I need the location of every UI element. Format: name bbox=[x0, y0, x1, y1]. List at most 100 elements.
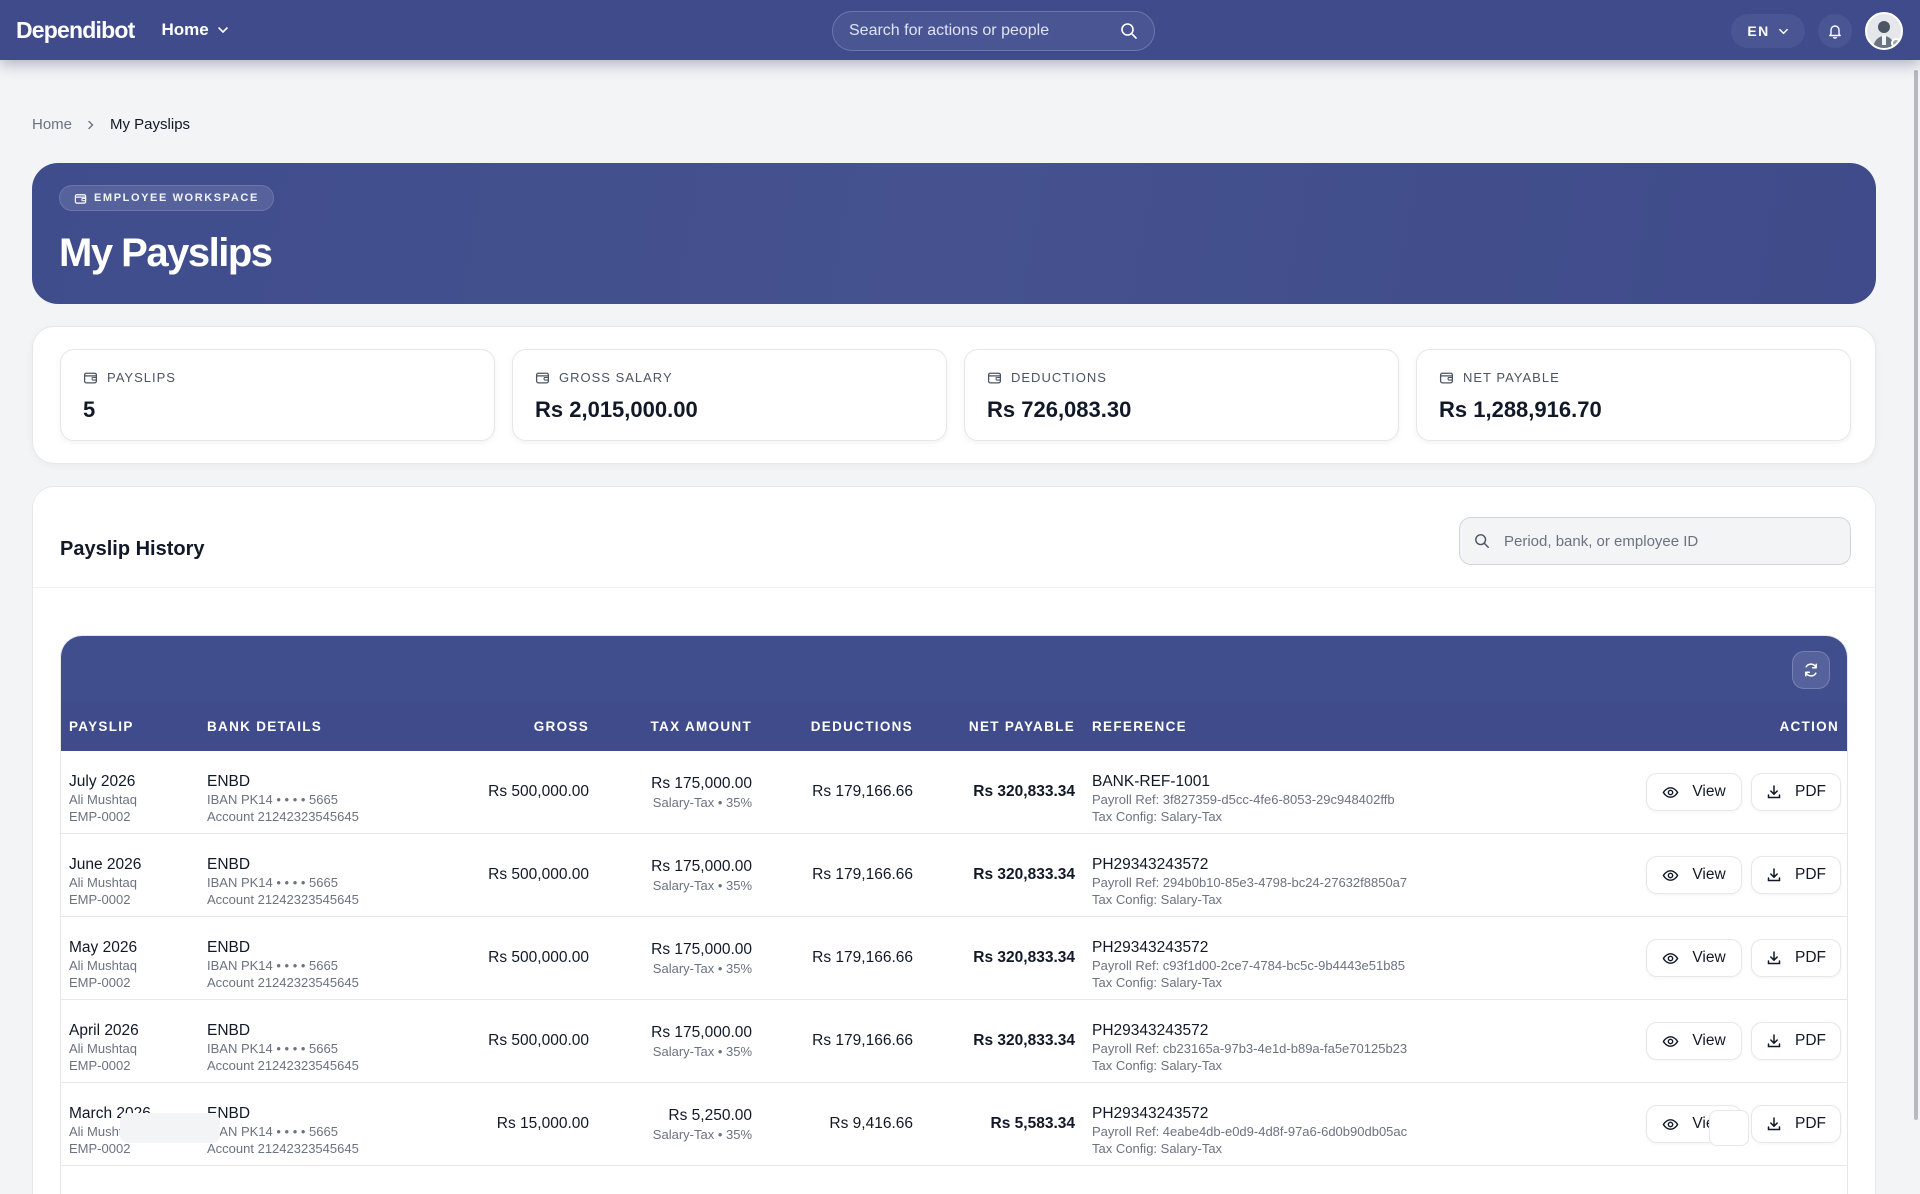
gross-amount: Rs 500,000.00 bbox=[488, 949, 589, 966]
bank-name: ENBD bbox=[207, 856, 251, 873]
wallet-icon bbox=[83, 370, 98, 385]
tax-note: Salary-Tax • 35% bbox=[652, 961, 752, 976]
history-search bbox=[1459, 517, 1851, 565]
pdf-download-button[interactable]: PDF bbox=[1751, 1105, 1841, 1143]
tax-config: Tax Config: Salary-Tax bbox=[1092, 975, 1223, 990]
download-icon bbox=[1766, 867, 1782, 883]
column-header-net[interactable]: NET PAYABLE bbox=[969, 719, 1075, 734]
bank-account: Account 21242323545645 bbox=[207, 975, 359, 990]
payslip-period[interactable]: April 2026 bbox=[69, 1022, 139, 1040]
eye-icon bbox=[1662, 1033, 1679, 1050]
download-icon bbox=[1766, 1033, 1782, 1049]
view-button[interactable]: View bbox=[1646, 856, 1742, 894]
page-scrollbar[interactable] bbox=[1914, 70, 1918, 1120]
column-header-tax[interactable]: TAX AMOUNT bbox=[651, 719, 753, 734]
tax-config: Tax Config: Salary-Tax bbox=[1092, 892, 1223, 907]
user-avatar[interactable] bbox=[1865, 12, 1903, 50]
language-selector[interactable]: EN bbox=[1731, 14, 1805, 48]
stat-value: 5 bbox=[83, 397, 96, 422]
column-header-gross[interactable]: GROSS bbox=[534, 719, 589, 734]
language-label: EN bbox=[1747, 23, 1770, 39]
pdf-button-label: PDF bbox=[1795, 1032, 1826, 1049]
table-row: June 2026 Ali Mushtaq EMP-0002 ENBD IBAN… bbox=[61, 834, 1847, 917]
pdf-download-button[interactable]: PDF bbox=[1751, 773, 1841, 811]
history-search-input[interactable] bbox=[1504, 532, 1836, 550]
column-header-payslip[interactable]: PAYSLIP bbox=[69, 719, 134, 734]
view-button[interactable]: View bbox=[1646, 1022, 1742, 1060]
table-row: March 2026 Ali Mushtaq EMP-0002 ENBD IBA… bbox=[61, 1083, 1847, 1166]
bell-icon bbox=[1827, 23, 1843, 39]
payslip-history-panel: Payslip History PAYSLIP BANK DETAILS GRO… bbox=[32, 486, 1876, 1194]
stat-label: GROSS SALARY bbox=[535, 370, 673, 385]
pdf-download-button[interactable]: PDF bbox=[1751, 856, 1841, 894]
breadcrumb-home[interactable]: Home bbox=[32, 116, 72, 133]
notifications-button[interactable] bbox=[1818, 14, 1852, 48]
column-header-reference[interactable]: REFERENCE bbox=[1092, 719, 1187, 734]
stat-label-text: PAYSLIPS bbox=[107, 370, 176, 385]
home-menu-label: Home bbox=[161, 20, 209, 39]
net-payable-amount: Rs 5,583.34 bbox=[990, 1115, 1075, 1132]
payslip-period[interactable]: July 2026 bbox=[69, 773, 135, 791]
table-row: April 2026 Ali Mushtaq EMP-0002 ENBD IBA… bbox=[61, 1000, 1847, 1083]
status-dot bbox=[1891, 38, 1901, 48]
net-payable-amount: Rs 320,833.34 bbox=[973, 866, 1075, 883]
table-row: May 2026 Ali Mushtaq EMP-0002 ENBD IBAN … bbox=[61, 917, 1847, 1000]
pdf-download-button[interactable]: PDF bbox=[1751, 939, 1841, 977]
deductions-amount: Rs 9,416.66 bbox=[829, 1115, 913, 1132]
home-menu-button[interactable]: Home bbox=[162, 20, 229, 40]
view-button-label: View bbox=[1692, 1032, 1726, 1049]
column-header-bank[interactable]: BANK DETAILS bbox=[207, 719, 322, 734]
workspace-badge: EMPLOYEE WORKSPACE bbox=[59, 185, 274, 211]
view-button-label: View bbox=[1692, 783, 1726, 800]
brand-logo[interactable]: Dependibot bbox=[16, 17, 135, 44]
eye-icon bbox=[1662, 1116, 1679, 1133]
pagination-page-button[interactable] bbox=[1709, 1110, 1749, 1146]
payroll-ref: Payroll Ref: 4eabe4db-e0d9-4d8f-97a6-6d0… bbox=[1092, 1124, 1408, 1139]
view-button[interactable]: View bbox=[1646, 773, 1742, 811]
payslip-period[interactable]: May 2026 bbox=[69, 939, 137, 957]
gross-amount: Rs 500,000.00 bbox=[488, 783, 589, 800]
bank-iban: IBAN PK14 • • • • 5665 bbox=[207, 1041, 338, 1056]
stat-label: DEDUCTIONS bbox=[987, 370, 1107, 385]
download-icon bbox=[1766, 950, 1782, 966]
payroll-ref: Payroll Ref: c93f1d00-2ce7-4784-bc5c-9b4… bbox=[1092, 958, 1405, 973]
refresh-button[interactable] bbox=[1792, 651, 1830, 689]
global-search-input[interactable] bbox=[849, 22, 1120, 40]
chevron-right-icon bbox=[86, 120, 96, 130]
view-button-label: View bbox=[1692, 866, 1726, 883]
page-size-select[interactable] bbox=[120, 1113, 220, 1143]
chevron-down-icon bbox=[217, 24, 229, 36]
stat-card-gross-salary: GROSS SALARY Rs 2,015,000.00 bbox=[512, 349, 947, 441]
pdf-button-label: PDF bbox=[1795, 783, 1826, 800]
payroll-ref: Payroll Ref: 294b0b10-85e3-4798-bc24-276… bbox=[1092, 875, 1408, 890]
search-icon[interactable] bbox=[1120, 22, 1138, 40]
employee-name: Ali Mushtaq bbox=[69, 1041, 137, 1056]
reference-id: PH29343243572 bbox=[1092, 856, 1209, 873]
divider bbox=[33, 587, 1875, 588]
bank-account: Account 21242323545645 bbox=[207, 892, 359, 907]
view-button[interactable]: View bbox=[1646, 939, 1742, 977]
deductions-amount: Rs 179,166.66 bbox=[812, 866, 913, 883]
pdf-download-button[interactable]: PDF bbox=[1751, 1022, 1841, 1060]
bank-name: ENBD bbox=[207, 939, 251, 956]
gross-amount: Rs 15,000.00 bbox=[496, 1115, 589, 1132]
workspace-badge-label: EMPLOYEE WORKSPACE bbox=[94, 192, 259, 204]
payslip-table: PAYSLIP BANK DETAILS GROSS TAX AMOUNT DE… bbox=[60, 635, 1848, 1194]
column-header-deductions[interactable]: DEDUCTIONS bbox=[811, 719, 913, 734]
pdf-button-label: PDF bbox=[1795, 949, 1826, 966]
payslip-period[interactable]: June 2026 bbox=[69, 856, 141, 874]
tax-config: Tax Config: Salary-Tax bbox=[1092, 1141, 1223, 1156]
stat-card-deductions: DEDUCTIONS Rs 726,083.30 bbox=[964, 349, 1399, 441]
refresh-icon bbox=[1803, 662, 1819, 678]
stat-label-text: NET PAYABLE bbox=[1463, 370, 1560, 385]
employee-id: EMP-0002 bbox=[69, 1058, 131, 1073]
section-title: Payslip History bbox=[60, 538, 205, 560]
tax-note: Salary-Tax • 35% bbox=[652, 795, 752, 810]
reference-id: PH29343243572 bbox=[1092, 1022, 1209, 1039]
table-header: PAYSLIP BANK DETAILS GROSS TAX AMOUNT DE… bbox=[61, 702, 1847, 751]
employee-name: Ali Mushtaq bbox=[69, 875, 137, 890]
tax-note: Salary-Tax • 35% bbox=[652, 878, 752, 893]
payroll-ref: Payroll Ref: 3f827359-d5cc-4fe6-8053-29c… bbox=[1092, 792, 1395, 807]
employee-id: EMP-0002 bbox=[69, 892, 131, 907]
tax-config: Tax Config: Salary-Tax bbox=[1092, 809, 1223, 824]
